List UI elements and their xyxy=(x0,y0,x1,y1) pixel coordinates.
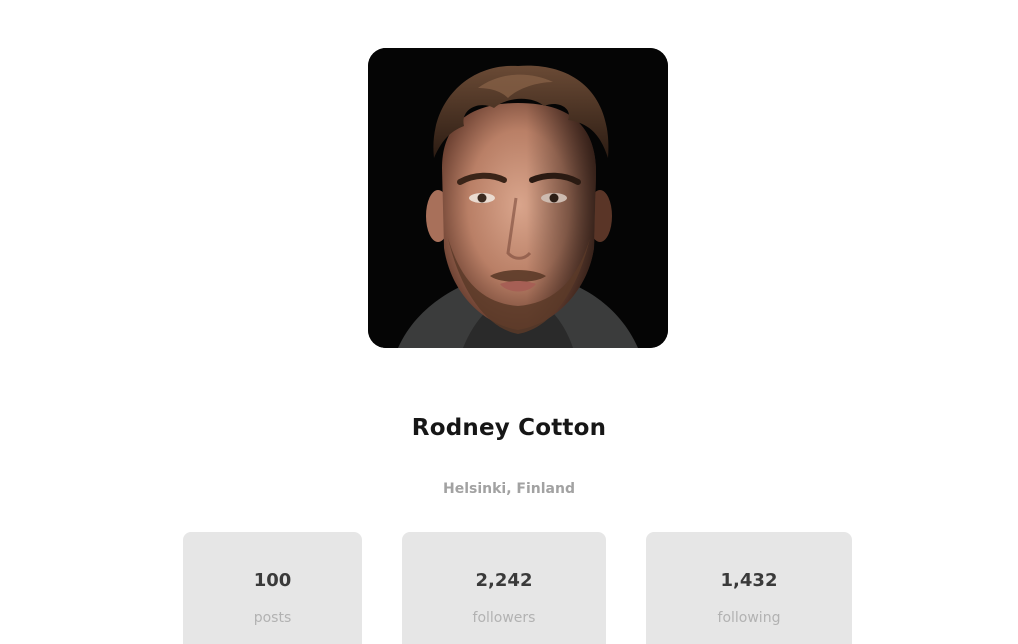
profile-name: Rodney Cotton xyxy=(411,415,607,441)
stat-card-posts[interactable]: 100 posts xyxy=(183,532,362,644)
stat-value: 100 xyxy=(253,570,292,591)
stat-value: 1,432 xyxy=(720,570,778,591)
stat-label: followers xyxy=(472,610,536,626)
stat-card-following[interactable]: 1,432 following xyxy=(646,532,852,644)
stat-value: 2,242 xyxy=(475,570,533,591)
profile-location: Helsinki, Finland xyxy=(443,481,575,497)
stat-label: posts xyxy=(253,610,292,626)
stat-card-followers[interactable]: 2,242 followers xyxy=(402,532,606,644)
avatar-portrait-image xyxy=(368,48,668,348)
profile-page: Rodney Cotton Helsinki, Finland 100 post… xyxy=(0,0,1018,644)
avatar xyxy=(368,48,668,348)
stat-label: following xyxy=(717,610,781,626)
